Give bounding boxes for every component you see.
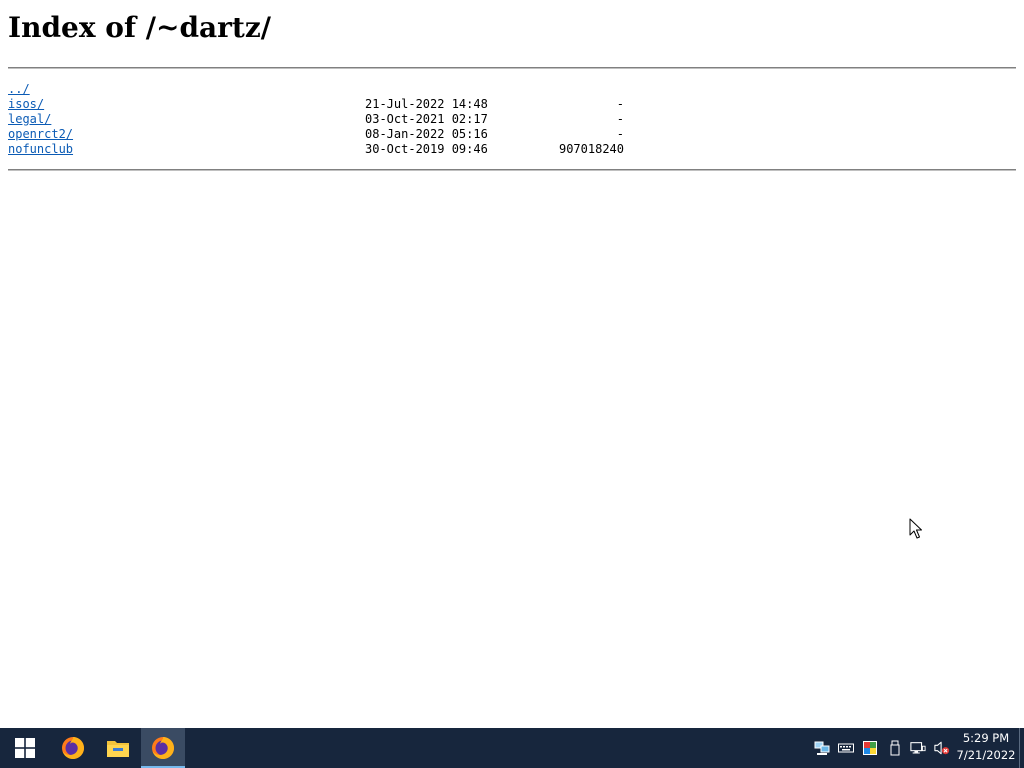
browser-page: Index of /~dartz/ ../ isos/ 21-Jul-2022 … (0, 0, 1024, 728)
modified-date: 08-Jan-2022 05:16 (365, 127, 488, 141)
divider-top (8, 67, 1016, 69)
clock-time: 5:29 PM (962, 731, 1010, 745)
taskbar: 5:29 PM 7/21/2022 (0, 728, 1024, 768)
usb-drive-icon[interactable] (887, 740, 903, 756)
clock-date: 7/21/2022 (956, 748, 1016, 762)
modified-date: 30-Oct-2019 09:46 (365, 142, 488, 156)
modified-date: 03-Oct-2021 02:17 (365, 112, 488, 126)
start-button[interactable] (2, 728, 48, 768)
listing-row-openrct2: openrct2/ 08-Jan-2022 05:16 - (8, 127, 708, 142)
network-icon[interactable] (910, 740, 926, 756)
firefox-icon (62, 737, 84, 759)
color-palette-icon[interactable] (862, 740, 878, 756)
keyboard-icon[interactable] (838, 740, 854, 756)
windows-logo-icon (15, 738, 35, 758)
listing-row-isos: isos/ 21-Jul-2022 14:48 - (8, 97, 708, 112)
taskbar-firefox-active-button[interactable] (141, 728, 185, 768)
volume-muted-icon[interactable] (934, 740, 950, 756)
file-explorer-icon (107, 741, 129, 757)
link-isos[interactable]: isos/ (8, 97, 44, 112)
taskbar-file-explorer-button[interactable] (96, 728, 140, 768)
divider-bottom (8, 169, 1016, 171)
directory-listing: ../ isos/ 21-Jul-2022 14:48 - legal/ 03-… (8, 82, 708, 157)
listing-row-nofunclub: nofunclub 30-Oct-2019 09:46 907018240 (8, 142, 708, 157)
file-size: - (616, 97, 624, 111)
link-openrct2[interactable]: openrct2/ (8, 127, 73, 142)
taskbar-firefox-button[interactable] (51, 728, 95, 768)
mouse-pointer-icon (909, 518, 922, 539)
network-computer-icon[interactable] (814, 740, 830, 756)
show-desktop-button[interactable] (1019, 728, 1020, 768)
modified-date: 21-Jul-2022 14:48 (365, 97, 488, 111)
firefox-icon (152, 737, 174, 759)
link-nofunclub[interactable]: nofunclub (8, 142, 73, 157)
listing-row-parent: ../ (8, 82, 708, 97)
file-size: 907018240 (558, 142, 624, 156)
file-size: - (616, 112, 624, 126)
file-size: - (616, 127, 624, 141)
link-parent-directory[interactable]: ../ (8, 82, 30, 97)
page-title: Index of /~dartz/ (8, 11, 271, 44)
system-clock[interactable]: 5:29 PM 7/21/2022 (952, 730, 1020, 766)
listing-row-legal: legal/ 03-Oct-2021 02:17 - (8, 112, 708, 127)
link-legal[interactable]: legal/ (8, 112, 51, 127)
